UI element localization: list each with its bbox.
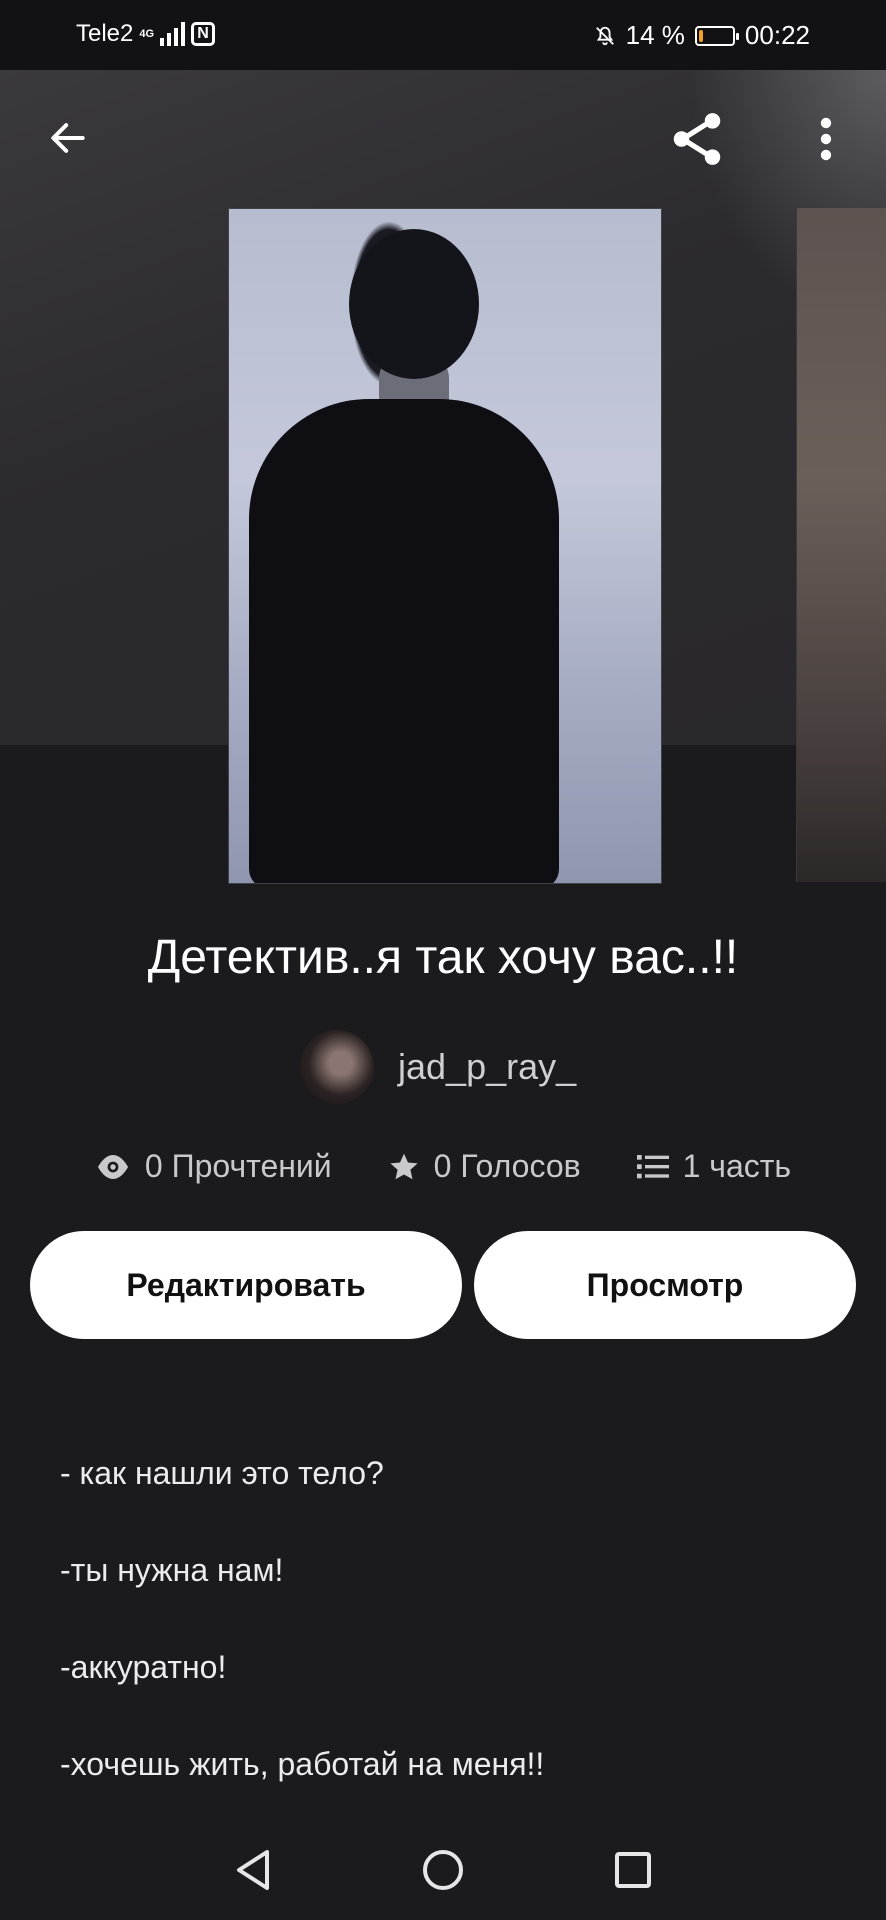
network-type: 4G: [139, 27, 155, 40]
story-title: Детектив..я так хочу вас..!!: [147, 931, 739, 984]
bell-muted-icon: [595, 26, 614, 45]
cover-figure-head: [349, 229, 479, 379]
battery-icon: [694, 25, 739, 46]
signal-icon: [160, 22, 186, 46]
nav-back-button[interactable]: [229, 1846, 277, 1894]
votes-stat: 0 Голосов: [388, 1148, 581, 1185]
edit-button[interactable]: Редактировать: [30, 1231, 462, 1339]
nav-home-button[interactable]: [419, 1846, 467, 1894]
reads-count: 0 Прочтений: [144, 1148, 332, 1184]
circle-home-icon: [423, 1850, 463, 1890]
more-vertical-icon: [820, 117, 832, 161]
nfc-icon: N: [191, 22, 216, 46]
star-icon: [390, 1153, 418, 1179]
parts-count: 1 часть: [682, 1148, 792, 1184]
status-right: 14 % 00:22: [594, 20, 810, 51]
clock: 00:22: [744, 20, 810, 50]
reads-stat: 0 Прочтений: [95, 1148, 332, 1185]
story-stats: 0 Прочтений 0 Голосов 1 часть: [0, 1148, 886, 1185]
parts-stat: 1 часть: [636, 1148, 792, 1185]
carrier-name: Tele2: [76, 20, 134, 47]
preview-button[interactable]: Просмотр: [474, 1231, 856, 1339]
description-line: -аккуратно!: [60, 1649, 227, 1685]
battery-percent: 14 %: [625, 20, 685, 50]
more-options-button[interactable]: [806, 104, 846, 174]
description-line: - как нашли это тело?: [60, 1455, 384, 1491]
list-icon: [636, 1154, 669, 1178]
author-row[interactable]: jad_p_ray_: [300, 1030, 576, 1104]
share-icon: [673, 113, 721, 165]
story-cover[interactable]: [228, 208, 662, 884]
back-button[interactable]: [40, 110, 96, 166]
eye-icon: [97, 1154, 128, 1179]
status-bar: Tele2 4G N 14 % 00:22: [0, 0, 886, 70]
nav-recents-button[interactable]: [609, 1846, 657, 1894]
cover-figure-body: [249, 399, 559, 883]
avatar[interactable]: [300, 1030, 374, 1104]
story-description: - как нашли это тело? -ты нужна нам! -ак…: [60, 1450, 840, 1838]
triangle-back-icon: [237, 1850, 269, 1890]
description-line: -ты нужна нам!: [60, 1552, 284, 1588]
next-story-cover[interactable]: [796, 208, 886, 882]
votes-count: 0 Голосов: [433, 1148, 581, 1184]
square-recents-icon: [615, 1852, 651, 1888]
author-name[interactable]: jad_p_ray_: [398, 1046, 576, 1088]
share-button[interactable]: [662, 104, 732, 174]
system-nav-bar: [0, 1820, 886, 1920]
arrow-left-icon: [51, 123, 85, 153]
status-left: Tele2 4G N: [76, 20, 216, 48]
